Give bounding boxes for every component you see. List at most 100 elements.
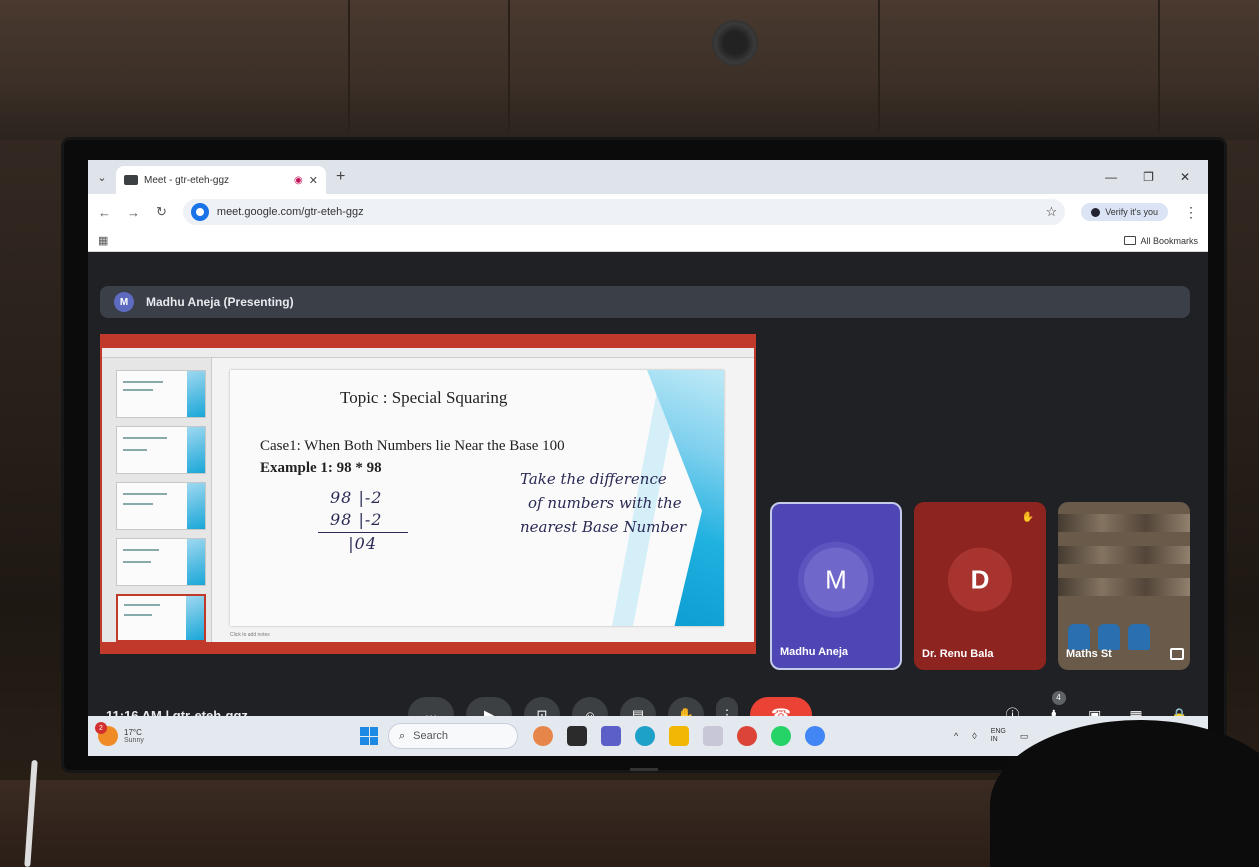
slide-title: Topic : Special Squaring [340, 388, 508, 407]
slide-case: Case1: When Both Numbers lie Near the Ba… [260, 438, 565, 454]
folder-icon [1124, 236, 1137, 245]
browser-menu-icon[interactable]: ⋮ [1184, 204, 1198, 221]
screen: ⌄ Meet - gtr-eteh-ggz ◉ ✕ + — ❐ ✕ ← → ↻ … [88, 160, 1208, 756]
sun-icon: 2 [95, 722, 118, 746]
handwritten-line: 98 |-2 [330, 510, 383, 529]
region-code: IN [990, 736, 998, 743]
people-count: 4 [1051, 690, 1066, 705]
weather-desc: Sunny [124, 737, 144, 744]
slide-example: Example 1: 98 * 98 [260, 460, 382, 476]
slide-thumbnail [116, 426, 206, 474]
whatsapp-icon[interactable] [771, 726, 791, 746]
participant-name: Madhu Aneja [780, 646, 849, 658]
shared-screen: Topic : Special Squaring Case1: When Bot… [100, 334, 756, 654]
wall-panel [880, 0, 1160, 130]
verify-label: Verify it's you [1105, 207, 1158, 217]
back-icon[interactable]: ← [98, 205, 111, 220]
verify-button[interactable]: Verify it's you [1081, 203, 1168, 221]
slide-thumbnails [102, 358, 212, 644]
wall-panel [150, 0, 350, 130]
omnibox[interactable]: meet.google.com/gtr-eteh-ggz ☆ [182, 199, 1066, 225]
participant-tile-maths[interactable]: Maths St [1058, 502, 1190, 670]
video-frame [1058, 578, 1190, 596]
edge-icon[interactable] [635, 726, 655, 746]
tab-meet[interactable]: Meet - gtr-eteh-ggz ◉ ✕ [116, 166, 326, 194]
location-icon[interactable]: ◊ [972, 731, 976, 741]
handwritten-note: Take the difference [520, 470, 667, 488]
search-icon: ⌕ [399, 729, 406, 742]
tray-chevron-icon[interactable]: ^ [954, 731, 958, 741]
notification-badge: 2 [95, 722, 107, 734]
all-bookmarks-button[interactable]: All Bookmarks [1124, 236, 1198, 246]
notes-hint: Click to add notes [230, 632, 270, 638]
ppt-ribbon [102, 348, 754, 358]
video-frame [1098, 624, 1120, 650]
tab-title: Meet - gtr-eteh-ggz [144, 174, 230, 186]
widget-app-icon[interactable] [533, 726, 553, 746]
slide-thumbnail [116, 370, 206, 418]
recording-icon: ◉ [294, 174, 303, 186]
tab-bar: ⌄ Meet - gtr-eteh-ggz ◉ ✕ + — ❐ ✕ [88, 160, 1208, 194]
webcam [712, 20, 758, 66]
chrome-icon[interactable] [737, 726, 757, 746]
close-window-icon[interactable]: ✕ [1180, 170, 1190, 184]
handwritten-line: |04 [330, 534, 378, 553]
video-frame [1058, 514, 1190, 532]
tv-brand-logo [630, 768, 658, 771]
url-text[interactable]: meet.google.com/gtr-eteh-ggz [217, 206, 1038, 218]
participant-tile-renu[interactable]: ✋ D Dr. Renu Bala [914, 502, 1046, 670]
system-tray: ^ ◊ ENG IN ▭ [954, 728, 1028, 744]
wall-panel [350, 0, 510, 130]
file-explorer-icon[interactable] [669, 726, 689, 746]
meet-app: M Madhu Aneja (Presenting) Topic : Speci… [88, 252, 1208, 756]
participant-name: Maths St [1066, 648, 1112, 660]
ppt-statusbar [102, 642, 754, 652]
participant-avatar: D [948, 547, 1012, 612]
slide-thumbnail [116, 538, 206, 586]
teams-icon[interactable] [601, 726, 621, 746]
language-code: ENG [990, 728, 1006, 735]
reload-icon[interactable]: ↻ [156, 204, 167, 220]
handwritten-note: of numbers with the [528, 494, 682, 512]
close-tab-icon[interactable]: ✕ [309, 174, 318, 187]
presenter-name: Madhu Aneja (Presenting) [146, 295, 294, 309]
restore-icon[interactable]: ❐ [1143, 170, 1154, 184]
bookmarks-bar: ▦ All Bookmarks [88, 230, 1208, 252]
ppt-titlebar [102, 336, 754, 348]
minimize-icon[interactable]: — [1105, 170, 1117, 184]
handwritten-divider [318, 532, 408, 533]
app-icon[interactable] [567, 726, 587, 746]
taskbar-search[interactable]: ⌕ Search [388, 723, 518, 749]
site-info-icon[interactable] [190, 203, 209, 221]
presenter-avatar: M [114, 292, 134, 312]
participant-avatar: M [804, 547, 868, 612]
all-bookmarks-label: All Bookmarks [1140, 235, 1198, 246]
slide-thumbnail [116, 482, 206, 530]
apps-grid-icon[interactable]: ▦ [98, 234, 108, 247]
video-frame [1058, 546, 1190, 564]
taskbar-apps [533, 726, 825, 746]
chrome-profile-icon[interactable] [805, 726, 825, 746]
language-indicator[interactable]: ENG IN [991, 728, 1006, 744]
start-button[interactable] [360, 727, 378, 745]
raised-hand-icon: ✋ [1021, 512, 1034, 523]
handwritten-note: nearest Base Number [520, 518, 686, 536]
presenter-bar: M Madhu Aneja (Presenting) [100, 286, 1190, 318]
window-controls: — ❐ ✕ [1105, 170, 1208, 184]
app-icon[interactable] [703, 726, 723, 746]
participant-tile-madhu[interactable]: M Madhu Aneja [770, 502, 902, 670]
weather-temp: 17°C [124, 728, 142, 737]
address-bar: ← → ↻ meet.google.com/gtr-eteh-ggz ☆ Ver… [88, 194, 1208, 230]
wall-panel [510, 0, 880, 130]
slide: Topic : Special Squaring Case1: When Bot… [230, 370, 724, 626]
weather-widget[interactable]: 2 17°C Sunny [95, 722, 144, 746]
pin-icon[interactable] [1170, 648, 1184, 660]
forward-icon[interactable]: → [127, 205, 140, 220]
display-icon[interactable]: ▭ [1020, 731, 1029, 742]
new-tab-icon[interactable]: + [336, 168, 345, 186]
bookmark-star-icon[interactable]: ☆ [1046, 204, 1058, 220]
tab-search-icon[interactable]: ⌄ [88, 171, 116, 184]
video-frame [1128, 624, 1150, 650]
meet-icon [124, 175, 138, 185]
video-frame [1068, 624, 1090, 650]
